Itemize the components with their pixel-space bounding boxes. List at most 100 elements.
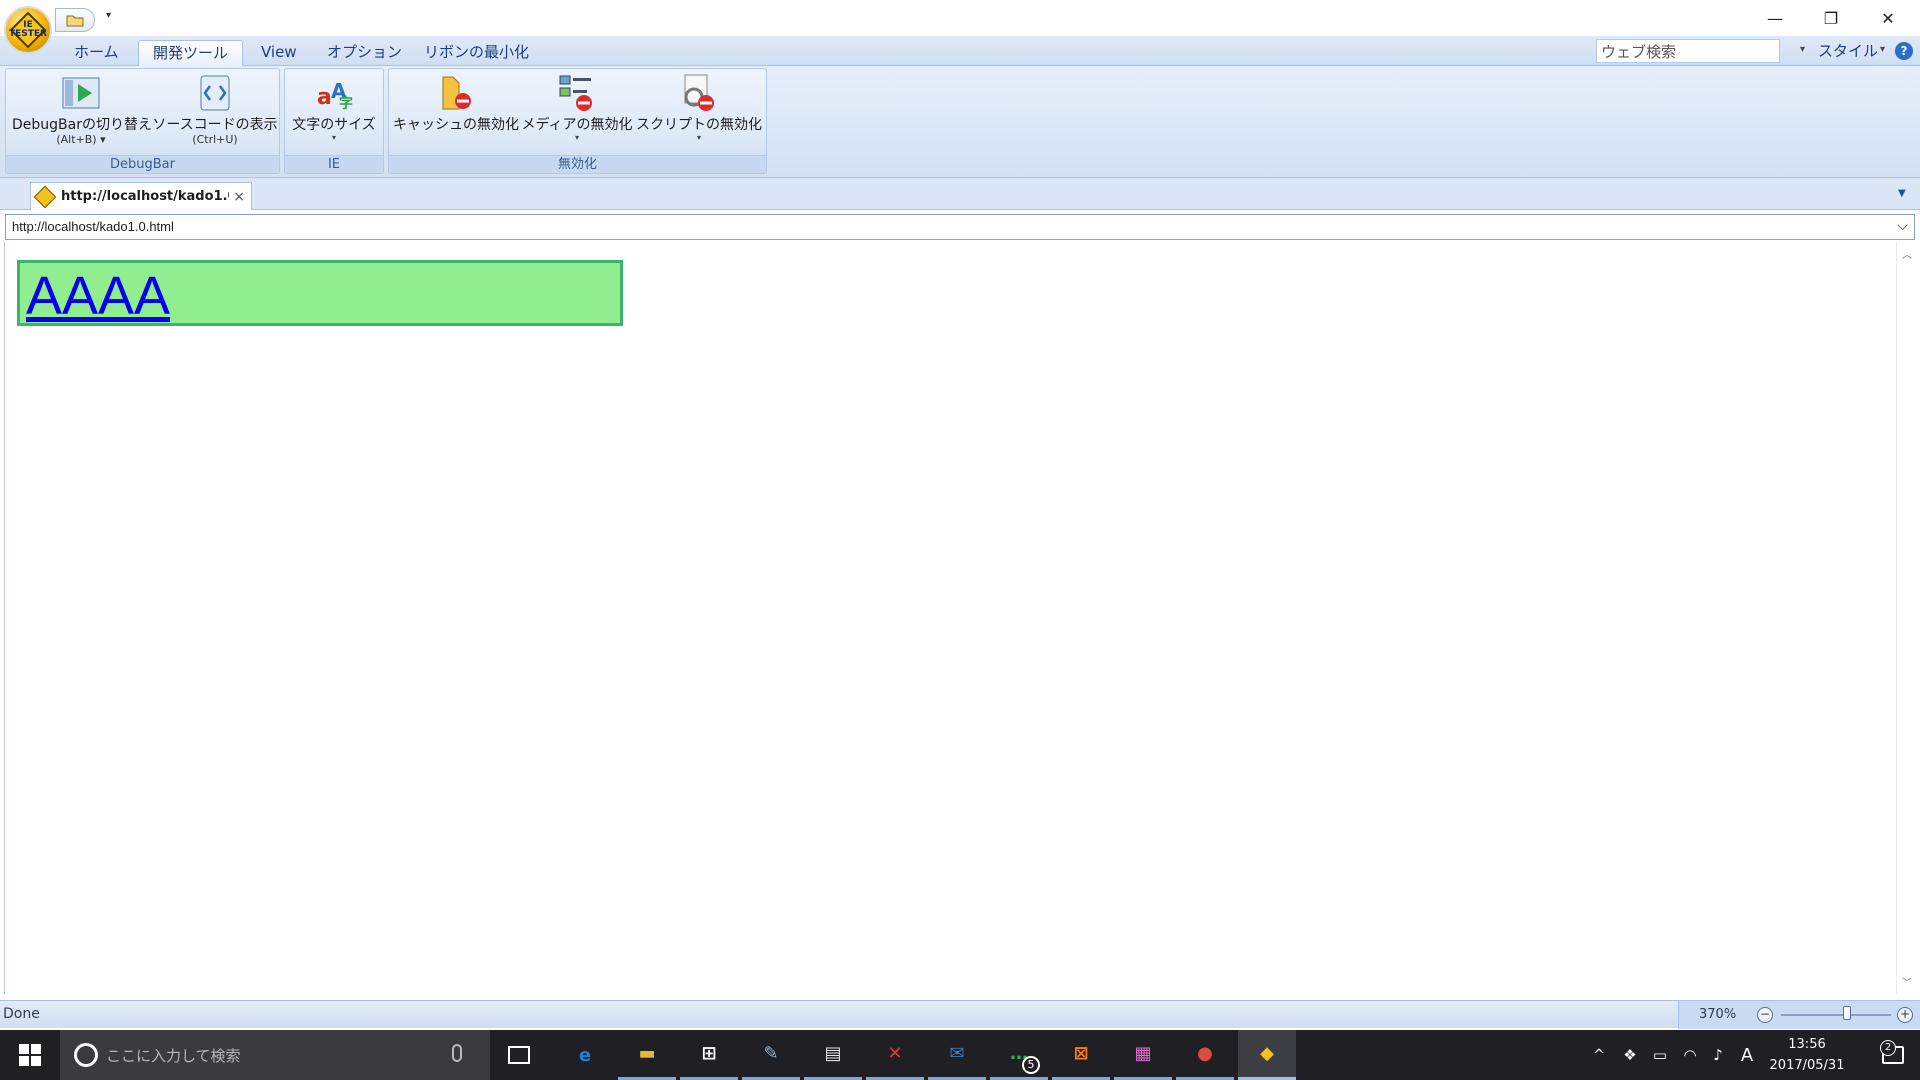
view-source-button[interactable]: ソースコードの表示 (Ctrl+U) bbox=[151, 73, 279, 147]
windows-logo-icon bbox=[19, 1044, 41, 1066]
font-size-icon: aA字 bbox=[314, 73, 354, 113]
font-size-label: 文字のサイズ bbox=[292, 117, 376, 133]
address-dropdown-icon[interactable]: ⌵ bbox=[1897, 217, 1908, 234]
close-button[interactable]: ✕ bbox=[1860, 0, 1916, 36]
scroll-down-icon[interactable]: ﹀ bbox=[1902, 974, 1912, 989]
disable-script-button[interactable]: スクリプトの無効化 ▾ bbox=[636, 73, 762, 143]
quick-access-customize-icon[interactable]: ▾ bbox=[106, 10, 111, 21]
svg-text:a: a bbox=[317, 85, 332, 110]
ribbon-panel: DebugBarの切り替え (Alt+B) ▾ ソースコードの表示 (Ctrl+… bbox=[0, 66, 1920, 178]
paint-icon: ✎ bbox=[763, 1043, 779, 1064]
disable-cache-button[interactable]: キャッシュの無効化 bbox=[393, 73, 519, 133]
chevron-down-icon: ▾ bbox=[696, 133, 701, 142]
ribbon-tab-bar: ホーム 開発ツール View オプション リボンの最小化 ウェブ検索 ▾ スタイ… bbox=[0, 36, 1920, 66]
notification-count: 2 bbox=[1880, 1040, 1896, 1056]
minimize-button[interactable]: — bbox=[1747, 0, 1803, 36]
microphone-icon[interactable] bbox=[452, 1044, 462, 1062]
group-debugbar-label: DebugBar bbox=[6, 155, 279, 173]
app-menu-button[interactable]: IE TESTER bbox=[4, 6, 52, 54]
wifi-icon[interactable]: ◠ bbox=[1676, 1030, 1704, 1080]
dropbox-icon[interactable]: ❖ bbox=[1616, 1030, 1644, 1080]
view-source-shortcut: (Ctrl+U) bbox=[192, 133, 238, 146]
taskbar-app-edge[interactable]: e bbox=[556, 1030, 614, 1080]
taskbar-app-video-editor[interactable]: ▤ bbox=[804, 1030, 862, 1080]
taskbar-app-thunderbird[interactable]: ✉ bbox=[928, 1030, 986, 1080]
tab-view[interactable]: View bbox=[247, 40, 311, 66]
taskbar-app-xmind[interactable]: ✕ bbox=[866, 1030, 924, 1080]
disable-cache-icon bbox=[436, 73, 476, 113]
start-button[interactable] bbox=[0, 1030, 60, 1080]
help-icon[interactable]: ? bbox=[1895, 42, 1913, 60]
taskbar-app-ie-tester[interactable]: ◆ bbox=[1238, 1030, 1296, 1080]
document-tab-strip: http://localhost/kado1.0... × ▼ bbox=[0, 178, 1920, 210]
notes-icon: ▦ bbox=[1134, 1043, 1152, 1064]
taskbar-app-chrome[interactable]: ● bbox=[1176, 1030, 1234, 1080]
zoom-slider-thumb[interactable] bbox=[1843, 1006, 1851, 1020]
disable-cache-label: キャッシュの無効化 bbox=[393, 117, 519, 133]
taskbar-app-store[interactable]: ⊞ bbox=[680, 1030, 738, 1080]
ie-tester-icon: ◆ bbox=[1260, 1043, 1274, 1064]
style-dropdown-icon[interactable]: ▾ bbox=[1880, 44, 1885, 55]
chevron-down-icon: ▾ bbox=[100, 133, 106, 146]
group-ie-label: IE bbox=[285, 155, 383, 173]
tab-minimize-ribbon[interactable]: リボンの最小化 bbox=[410, 40, 543, 66]
page-viewport: AAAA bbox=[4, 242, 1896, 994]
edge-icon: e bbox=[578, 1044, 592, 1066]
restore-button[interactable]: ❐ bbox=[1803, 0, 1859, 36]
page-link[interactable]: AAAA bbox=[26, 265, 170, 327]
search-dropdown-icon[interactable]: ▾ bbox=[1800, 44, 1805, 55]
battery-icon[interactable]: ▭ bbox=[1646, 1030, 1674, 1080]
tab-dev-tools[interactable]: 開発ツール bbox=[138, 40, 244, 66]
taskbar-app-file-explorer[interactable]: ▬ bbox=[618, 1030, 676, 1080]
clock-date: 2017/05/31 bbox=[1769, 1058, 1845, 1073]
taskbar-app-notes[interactable]: ▦ bbox=[1114, 1030, 1172, 1080]
taskbar-app-paint[interactable]: ✎ bbox=[742, 1030, 800, 1080]
taskbar-app-xampp[interactable]: ⊠ bbox=[1052, 1030, 1110, 1080]
system-clock[interactable]: 13:56 2017/05/31 bbox=[1762, 1034, 1852, 1076]
svg-text:字: 字 bbox=[339, 95, 353, 110]
show-hidden-icons-icon[interactable]: ^ bbox=[1586, 1030, 1612, 1080]
line-badge: 5 bbox=[1022, 1056, 1040, 1074]
taskbar-search-box[interactable]: ここに入力して検索 bbox=[60, 1030, 490, 1080]
group-ie: aA字 文字のサイズ ▾ IE bbox=[284, 68, 384, 174]
zoom-out-icon[interactable]: − bbox=[1757, 1007, 1773, 1023]
document-tab-title: http://localhost/kado1.0... bbox=[61, 189, 229, 204]
scroll-up-icon[interactable]: ︿ bbox=[1902, 246, 1912, 261]
zoom-in-icon[interactable]: + bbox=[1897, 1007, 1913, 1023]
taskbar-app-line[interactable]: … 5 bbox=[990, 1030, 1048, 1080]
group-disable: キャッシュの無効化 メディアの無効化 ▾ スクリプトの無効化 ▾ 無効化 bbox=[388, 68, 767, 174]
debugbar-toggle-shortcut: (Alt+B) bbox=[56, 133, 97, 146]
store-icon: ⊞ bbox=[701, 1043, 717, 1064]
highlighted-box: AAAA bbox=[17, 260, 623, 326]
disable-media-button[interactable]: メディアの無効化 ▾ bbox=[520, 73, 634, 143]
view-source-icon bbox=[195, 73, 235, 113]
close-tab-icon[interactable]: × bbox=[233, 189, 245, 205]
debugbar-toggle-button[interactable]: DebugBarの切り替え (Alt+B) ▾ bbox=[12, 73, 152, 147]
cortana-icon bbox=[74, 1043, 98, 1067]
open-folder-button[interactable] bbox=[55, 8, 95, 32]
status-bar: Done 370% − + bbox=[0, 1000, 1920, 1029]
disable-media-label: メディアの無効化 bbox=[521, 117, 633, 133]
group-disable-label: 無効化 bbox=[389, 155, 766, 173]
style-menu[interactable]: スタイル bbox=[1818, 40, 1878, 61]
document-tab[interactable]: http://localhost/kado1.0... × bbox=[30, 182, 252, 210]
font-size-button[interactable]: aA字 文字のサイズ ▾ bbox=[287, 73, 381, 143]
zoom-slider[interactable] bbox=[1781, 1014, 1891, 1016]
debugbar-toggle-label: DebugBarの切り替え bbox=[12, 117, 152, 133]
tab-options[interactable]: オプション bbox=[313, 40, 416, 66]
status-text: Done bbox=[3, 1006, 40, 1022]
view-source-label: ソースコードの表示 bbox=[152, 117, 278, 133]
vertical-scrollbar[interactable]: ︿ ﹀ bbox=[1896, 242, 1916, 994]
task-view-icon[interactable] bbox=[508, 1046, 530, 1064]
volume-icon[interactable]: ♪ bbox=[1704, 1030, 1732, 1080]
web-search-input[interactable]: ウェブ検索 bbox=[1596, 39, 1780, 63]
ime-indicator[interactable]: A bbox=[1734, 1030, 1760, 1080]
disable-media-icon bbox=[557, 73, 597, 113]
tab-home[interactable]: ホーム bbox=[60, 40, 133, 66]
tab-list-dropdown-icon[interactable]: ▼ bbox=[1898, 188, 1906, 199]
action-center-button[interactable]: 2 bbox=[1866, 1030, 1920, 1080]
address-bar[interactable]: http://localhost/kado1.0.html ⌵ bbox=[5, 214, 1915, 240]
chrome-icon: ● bbox=[1197, 1043, 1213, 1064]
disable-script-label: スクリプトの無効化 bbox=[636, 117, 762, 133]
debugbar-toggle-icon bbox=[61, 73, 101, 113]
